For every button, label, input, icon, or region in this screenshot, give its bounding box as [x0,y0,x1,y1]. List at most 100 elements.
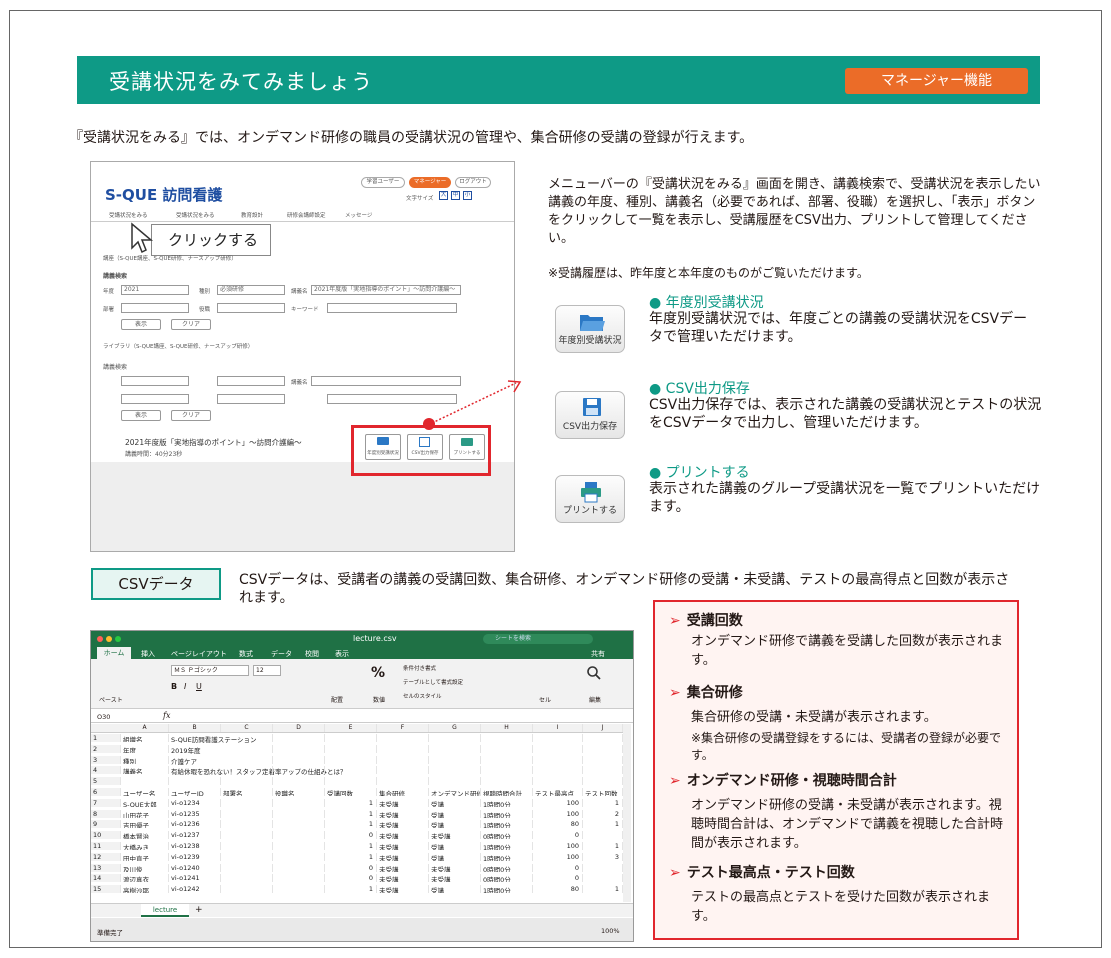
print-button[interactable]: プリントする [555,475,625,523]
table-cell[interactable]: 0時間0分 [481,863,533,872]
nav-item-view-status-2[interactable]: 受講状況をみる [176,211,215,219]
cells-group[interactable]: セル [539,695,551,704]
table-cell[interactable]: 田中直子 [121,852,169,861]
logout-link[interactable]: ログアウト [455,177,491,188]
table-cell[interactable]: 1 [583,820,623,829]
table-cell[interactable] [221,874,273,883]
col-header-a[interactable]: A [121,724,169,732]
user-dept-select-2[interactable] [121,394,189,404]
table-cell[interactable] [583,777,623,786]
table-cell[interactable] [273,863,325,872]
manager-mode-link[interactable]: マネージャー [409,177,451,188]
table-cell[interactable] [273,777,325,786]
search-icon[interactable] [586,665,602,681]
user-show-button[interactable]: 表示 [121,410,161,421]
table-cell[interactable]: 1 [583,885,623,894]
table-cell[interactable]: 3 [583,852,623,861]
type-select[interactable]: 必須研修 [217,285,285,295]
percent-icon[interactable]: % [371,665,385,681]
table-cell[interactable]: 1時間0分 [481,852,533,861]
table-cell[interactable]: 未受講 [377,842,429,850]
table-cell[interactable]: 未受講 [429,874,481,883]
table-cell[interactable]: 2 [583,809,623,818]
table-cell[interactable]: 吉田優子 [121,820,169,829]
table-cell[interactable]: vi-o1235 [169,809,221,818]
edit-group[interactable]: 編集 [589,695,601,704]
table-cell[interactable]: vi-o1237 [169,831,221,840]
col-header-h[interactable]: H [481,724,533,732]
zoom-level[interactable]: 100% [601,927,620,935]
csv-export-button[interactable]: CSV出力保存 [555,391,625,439]
year-status-button[interactable]: 年度別受講状況 [555,305,625,353]
table-cell[interactable]: 集合研修 [377,788,429,796]
table-cell[interactable]: 受講 [429,809,481,818]
table-cell[interactable] [533,755,583,764]
table-cell[interactable]: 1 [583,842,623,850]
table-cell[interactable]: vi-o1241 [169,874,221,883]
table-cell[interactable]: 0 [325,863,377,872]
table-cell[interactable] [273,874,325,883]
table-cell[interactable]: vi-o1242 [169,885,221,894]
table-cell[interactable] [583,863,623,872]
col-header-d[interactable]: D [273,724,325,732]
table-cell[interactable]: 100 [533,809,583,818]
spreadsheet-grid[interactable]: A B C D E F G H I J 1 組織名 S-QUE訪問看護ステーション 2… [91,724,631,902]
table-cell[interactable] [533,766,583,775]
table-cell[interactable]: 1時間0分 [481,798,533,807]
align-group[interactable]: 配置 [331,695,343,704]
table-cell[interactable]: 80 [533,885,583,894]
table-cell[interactable]: テスト最高点 [533,788,583,796]
close-icon[interactable] [97,636,103,642]
table-cell[interactable] [221,842,273,850]
table-cell[interactable]: 受講 [429,820,481,829]
table-cell[interactable]: 役職名 [273,788,325,796]
table-cell[interactable]: 未受講 [377,820,429,829]
table-cell[interactable] [221,820,273,829]
cell-style-button[interactable]: セルのスタイル [403,692,442,700]
table-cell[interactable]: 組織名 [121,734,169,742]
table-cell[interactable] [377,755,429,764]
tab-review[interactable]: 校閲 [305,649,319,659]
tab-data[interactable]: データ [271,649,292,659]
nav-item-view-status[interactable]: 受講状況をみる [109,211,148,219]
col-header-b[interactable]: B [169,724,221,732]
table-cell[interactable] [273,734,325,742]
table-cell[interactable]: テスト回数 [583,788,623,796]
table-cell[interactable] [169,777,221,786]
table-cell[interactable]: 0 [533,863,583,872]
table-cell[interactable]: 0時間0分 [481,831,533,840]
table-cell[interactable] [325,755,377,764]
table-cell[interactable] [429,734,481,742]
table-cell[interactable]: 1 [325,885,377,894]
table-cell[interactable]: 種別 [121,755,169,764]
lecture-select[interactable]: 2021年度版「実地指導のポイント」〜訪問介護編〜 [311,285,461,295]
table-cell[interactable] [583,831,623,840]
table-cell[interactable]: 未受講 [377,798,429,807]
year-select[interactable]: 2021 [121,285,189,295]
table-cell[interactable] [221,744,273,753]
font-size-large[interactable]: 大 [439,191,448,200]
table-cell[interactable] [429,755,481,764]
table-cell[interactable]: 0 [325,874,377,883]
bold-button[interactable]: B [171,682,177,691]
table-cell[interactable] [273,744,325,753]
minimize-icon[interactable] [106,636,112,642]
tab-formulas[interactable]: 数式 [239,649,253,659]
format-table-button[interactable]: テーブルとして書式設定 [403,678,463,686]
tab-view[interactable]: 表示 [335,649,349,659]
tab-home[interactable]: ホーム [97,647,131,659]
tab-insert[interactable]: 挿入 [141,649,155,659]
table-cell[interactable]: 橋本賢治 [121,831,169,840]
col-header-e[interactable]: E [325,724,377,732]
table-cell[interactable]: 0 [533,831,583,840]
table-cell[interactable]: 100 [533,852,583,861]
table-cell[interactable]: 100 [533,798,583,807]
table-cell[interactable] [221,766,273,775]
table-cell[interactable]: 80 [533,820,583,829]
table-cell[interactable] [221,777,273,786]
nav-item-instructor[interactable]: 研修会講師設定 [287,211,326,219]
table-cell[interactable] [221,885,273,894]
table-cell[interactable]: オンデマンド研修 [429,788,481,796]
font-size-medium[interactable]: 中 [451,191,460,200]
table-cell[interactable] [273,885,325,894]
